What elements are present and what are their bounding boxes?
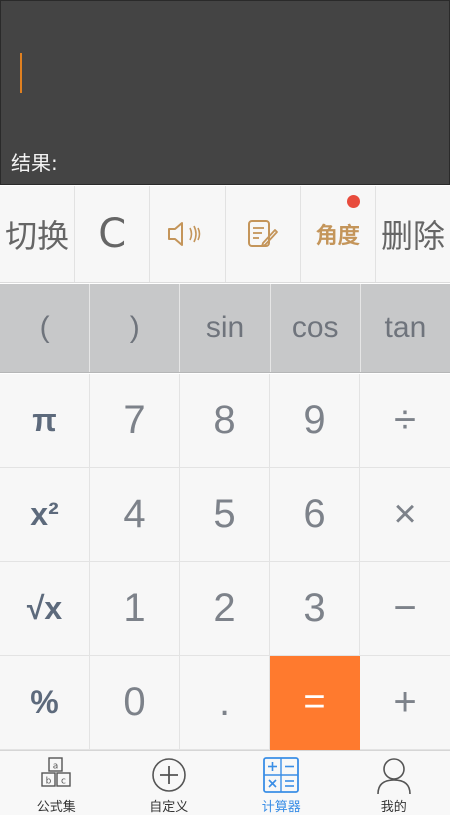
- history-button[interactable]: [226, 186, 301, 282]
- keypad: π 7 8 9 ÷ x² 4 5 6 × √x 1 2 3 − % 0 . = …: [0, 374, 450, 750]
- tab-calculator[interactable]: 计算器: [225, 751, 338, 815]
- key-1[interactable]: 1: [90, 562, 180, 656]
- key-square[interactable]: x²: [0, 468, 90, 562]
- key-8[interactable]: 8: [180, 374, 270, 468]
- key-percent[interactable]: %: [0, 656, 90, 750]
- key-0[interactable]: 0: [90, 656, 180, 750]
- key-multiply[interactable]: ×: [360, 468, 450, 562]
- input-cursor[interactable]: [20, 53, 22, 93]
- key-sin[interactable]: sin: [180, 284, 271, 372]
- tab-formulas[interactable]: a b c 公式集: [0, 751, 113, 815]
- key-decimal[interactable]: .: [180, 656, 270, 750]
- scientific-row: ( ) sin cos tan: [0, 284, 450, 373]
- key-minus[interactable]: −: [360, 562, 450, 656]
- user-icon: [376, 758, 411, 794]
- key-7[interactable]: 7: [90, 374, 180, 468]
- key-tan[interactable]: tan: [361, 284, 450, 372]
- tab-label: 我的: [380, 800, 407, 815]
- switch-button[interactable]: 切换: [0, 186, 76, 282]
- key-divide[interactable]: ÷: [360, 374, 450, 468]
- key-pi[interactable]: π: [0, 374, 90, 468]
- bottom-tab-bar: a b c 公式集 自定义 计算器 我的: [0, 750, 450, 815]
- tab-label: 自定义: [149, 800, 189, 815]
- key-open-paren[interactable]: (: [0, 284, 91, 372]
- key-plus[interactable]: +: [360, 656, 450, 750]
- tab-custom[interactable]: 自定义: [113, 751, 226, 815]
- switch-label: 切换: [5, 217, 70, 255]
- svg-text:a: a: [53, 762, 59, 772]
- key-2[interactable]: 2: [180, 562, 270, 656]
- key-9[interactable]: 9: [270, 374, 360, 468]
- key-4[interactable]: 4: [90, 468, 180, 562]
- abc-blocks-icon: a b c: [41, 757, 71, 787]
- tab-profile[interactable]: 我的: [338, 751, 450, 815]
- key-sqrt[interactable]: √x: [0, 562, 90, 656]
- angle-button[interactable]: 角度: [301, 186, 376, 282]
- key-cos[interactable]: cos: [271, 284, 361, 372]
- sound-button[interactable]: [150, 186, 226, 282]
- function-row: 切换 C 角度 删除: [0, 186, 450, 283]
- key-6[interactable]: 6: [270, 468, 360, 562]
- key-3[interactable]: 3: [270, 562, 360, 656]
- svg-text:c: c: [61, 777, 66, 787]
- edit-note-icon: [247, 220, 278, 247]
- svg-text:b: b: [46, 777, 52, 787]
- key-equals[interactable]: =: [270, 656, 360, 750]
- speaker-icon: [168, 222, 201, 246]
- key-close-paren[interactable]: ): [90, 284, 181, 372]
- notification-dot: [346, 195, 360, 208]
- display-panel: 结果:: [0, 0, 450, 185]
- tab-label: 计算器: [261, 800, 301, 815]
- clear-label: C: [98, 211, 127, 257]
- calculator-icon: [263, 757, 300, 793]
- key-5[interactable]: 5: [180, 468, 270, 562]
- clear-button[interactable]: C: [75, 186, 151, 282]
- result-label: 结果:: [11, 151, 58, 175]
- tab-label: 公式集: [36, 800, 76, 815]
- delete-button[interactable]: 删除: [376, 186, 450, 282]
- delete-label: 删除: [380, 217, 445, 255]
- plus-circle-icon: [151, 758, 186, 792]
- angle-label: 角度: [315, 224, 360, 249]
